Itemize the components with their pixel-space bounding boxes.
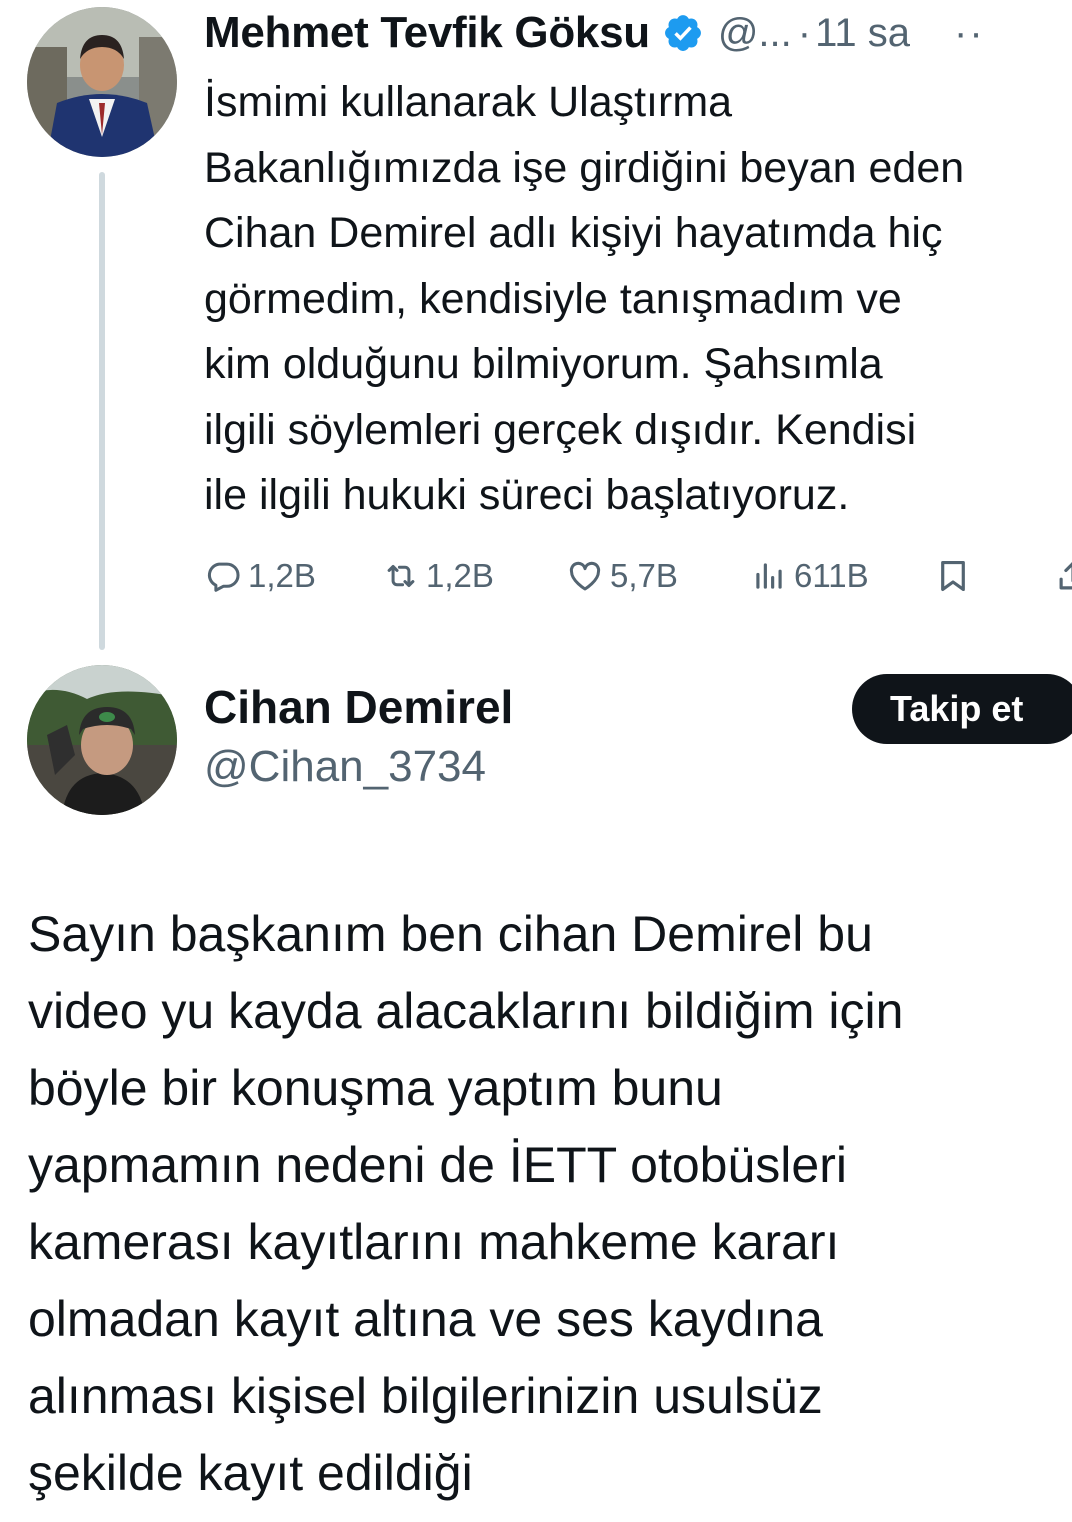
views-button[interactable]: 611B (750, 548, 869, 604)
verified-badge-icon (664, 15, 701, 51)
tweet-text-line: ile ilgili hukuki süreci başlatıyoruz. (204, 471, 850, 519)
user-handle[interactable]: @Cihan_3734 (204, 742, 486, 792)
reply-button[interactable]: 1,2B (204, 548, 316, 604)
like-button[interactable]: 5,7B (566, 548, 678, 604)
user-display-name[interactable]: Cihan Demirel (204, 680, 513, 734)
tweet-body: İsmimi kullanarak Ulaştırma Bakanlığımız… (204, 70, 1072, 529)
tweet-text-line: Bakanlığımızda işe girdiğini beyan eden (204, 143, 965, 192)
author-display-name[interactable]: Mehmet Tevfik Göksu (204, 8, 650, 58)
bookmark-button[interactable] (934, 548, 978, 604)
post-text-line: olmadan kayıt altına ve ses kaydına (28, 1291, 823, 1347)
post-text-line: böyle bir konuşma yaptım bunu (28, 1060, 723, 1116)
post-text-line: kamerası kayıtlarını mahkeme kararı (28, 1214, 840, 1270)
like-count: 5,7B (610, 557, 678, 594)
reply-icon (207, 562, 240, 592)
tweet-action-bar: 1,2B 1,2B 5,7B 611B (0, 548, 1072, 604)
user-avatar[interactable] (27, 665, 177, 815)
view-count: 611B (794, 557, 869, 594)
post-text-line: alınması kişisel bilgilerinizin usulsüz (28, 1368, 823, 1424)
retweet-count: 1,2B (426, 557, 494, 594)
analytics-icon (756, 563, 782, 589)
reply-count: 1,2B (248, 557, 316, 594)
avatar-man-with-cap-image (27, 665, 177, 815)
share-icon (1059, 562, 1072, 590)
post-text-line: yapmamın nedeni de İETT otobüsleri (28, 1137, 847, 1193)
avatar-man-in-suit-image (27, 7, 177, 157)
post-body: Sayın başkanım ben cihan Demirel bu vide… (28, 896, 1068, 1512)
retweet-button[interactable]: 1,2B (382, 548, 494, 604)
tweet-text-line: İsmimi kullanarak Ulaştırma (204, 78, 733, 126)
retweet-icon (387, 564, 415, 588)
share-button[interactable] (1054, 548, 1072, 604)
more-options-icon[interactable]: ·· (954, 11, 985, 56)
bookmark-icon (941, 560, 965, 592)
post-text-line: video yu kayda alacaklarını bildiğim içi… (28, 983, 904, 1039)
tweet-text-line: Cihan Demirel adlı kişiyi hayatımda hiç (204, 209, 943, 257)
follow-button[interactable]: Takip et (852, 674, 1072, 744)
tweet-header: Mehmet Tevfik Göksu @... · 11 sa ·· (204, 4, 1072, 62)
tweet-text-line: ilgili söylemleri gerçek dışıdır. Kendis… (204, 405, 917, 454)
author-avatar[interactable] (27, 7, 177, 157)
tweet-text-line: görmedim, kendisiyle tanışmadım ve (204, 274, 902, 323)
tweet-timestamp[interactable]: 11 sa (815, 11, 910, 56)
post-text-line: Sayın başkanım ben cihan Demirel bu (28, 906, 873, 962)
post-text-line: şekilde kayıt edildiği (28, 1445, 473, 1501)
meta-separator: · (797, 10, 812, 55)
author-handle[interactable]: @... (718, 11, 792, 56)
heart-icon (569, 561, 601, 591)
tweet-text-line: kim olduğunu bilmiyorum. Şahsımla (204, 340, 883, 388)
